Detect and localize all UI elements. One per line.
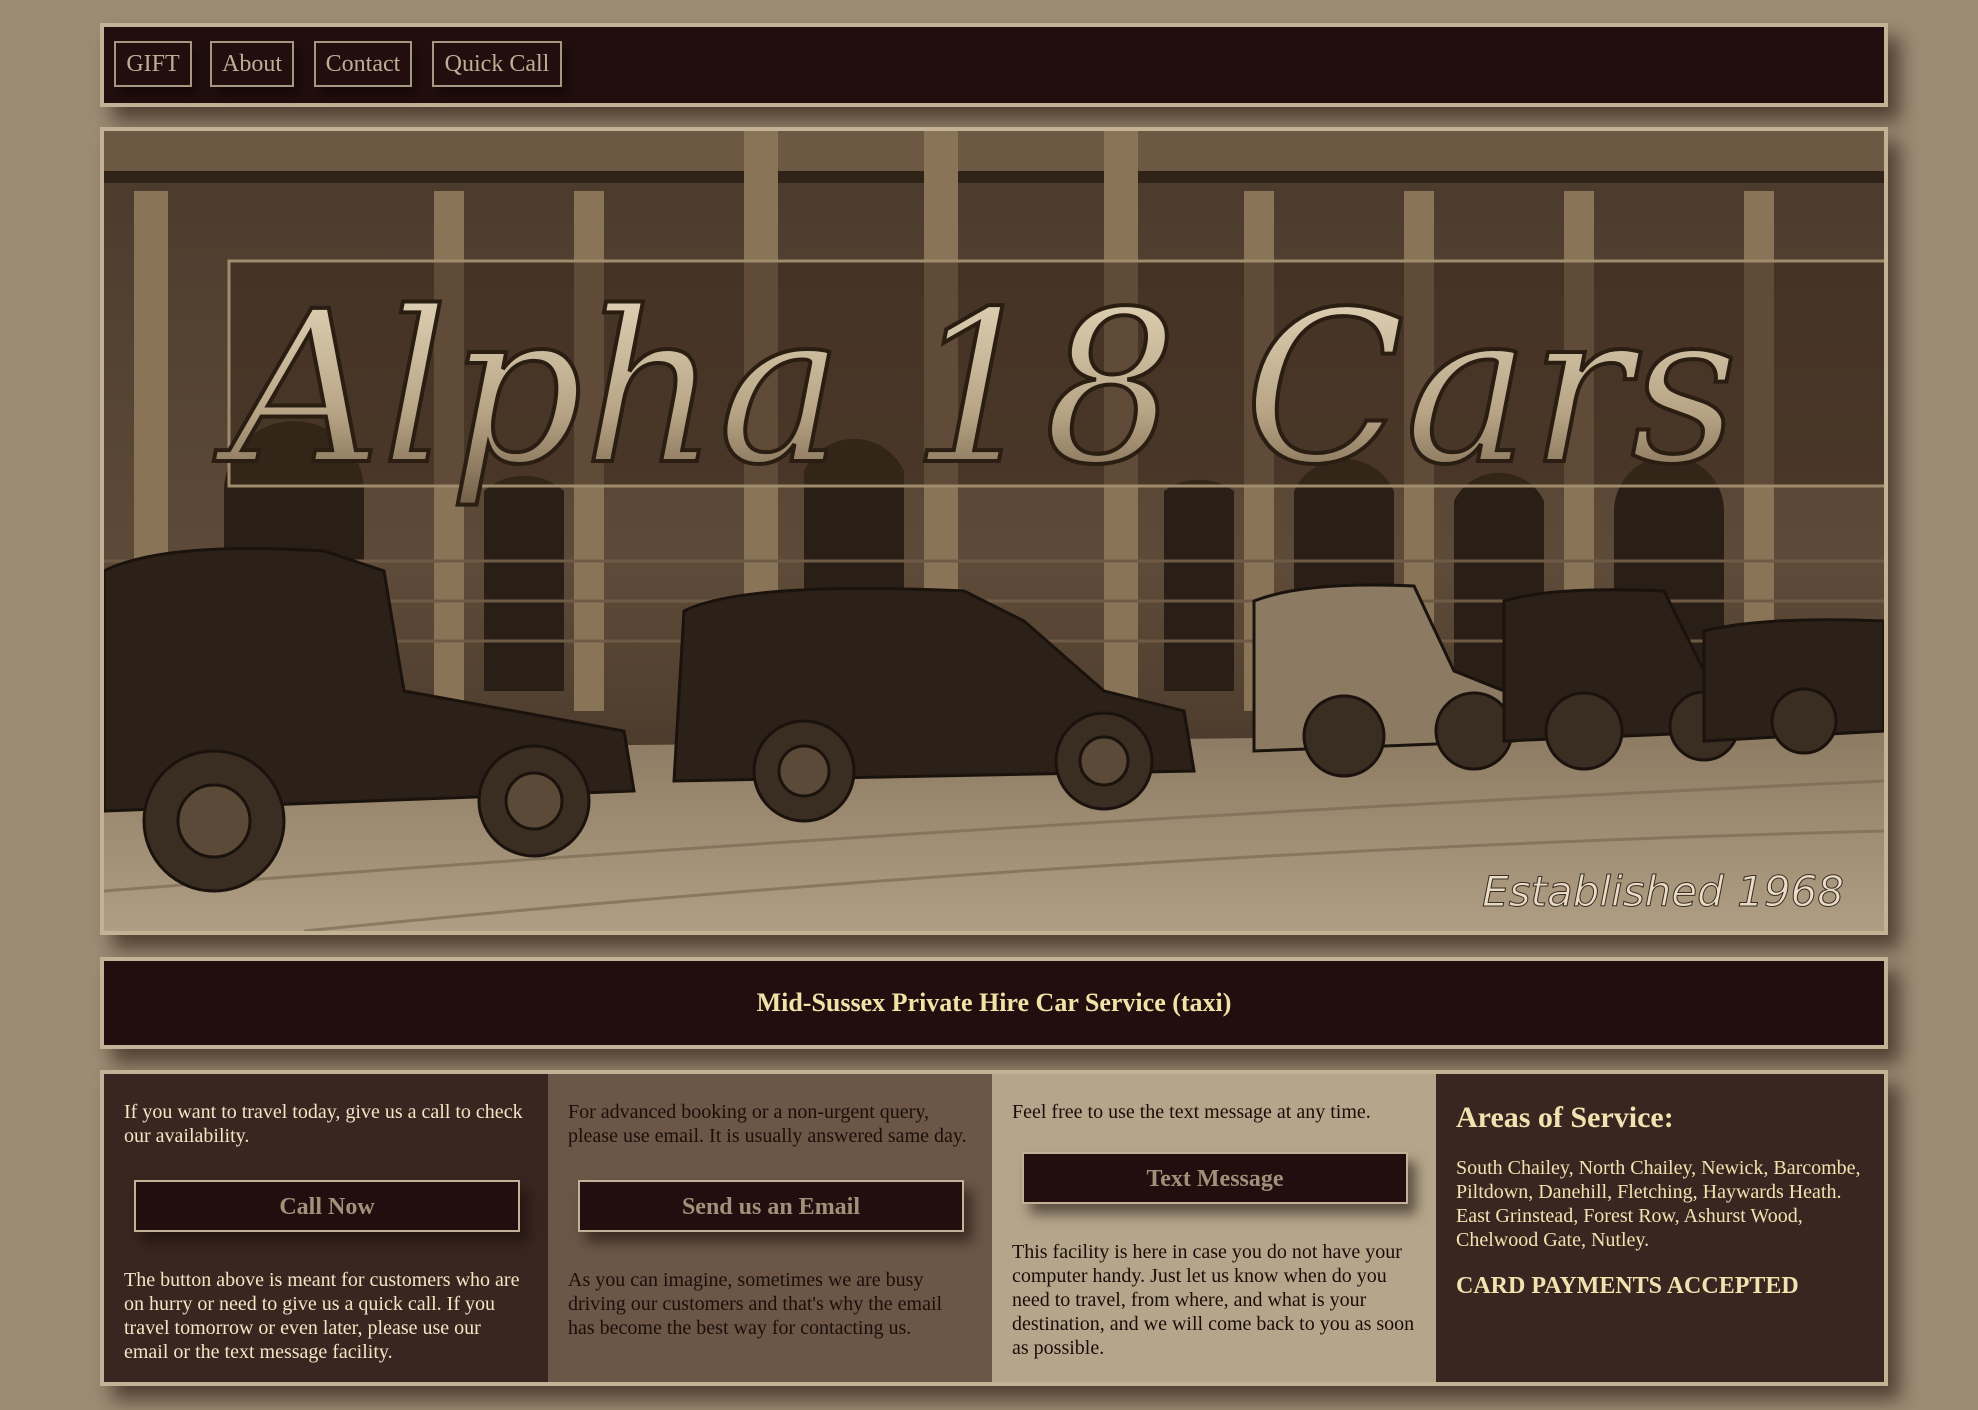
text-column: Feel free to use the text message at any… <box>992 1074 1436 1382</box>
top-navigation: GIFT About Contact Quick Call <box>100 23 1888 107</box>
call-intro: If you want to travel today, give us a c… <box>124 1101 523 1147</box>
hero-banner: Alpha 18 Cars Established 1968 <box>100 127 1888 935</box>
tagline-text: Mid-Sussex Private Hire Car Service (tax… <box>756 988 1232 1017</box>
site-title: Alpha 18 Cars <box>214 266 1738 511</box>
text-note: This facility is here in case you do not… <box>1012 1241 1415 1359</box>
send-email-button[interactable]: Send us an Email <box>578 1180 964 1232</box>
areas-list: South Chailey, North Chailey, Newick, Ba… <box>1456 1157 1861 1251</box>
areas-column: Areas of Service: South Chailey, North C… <box>1436 1074 1884 1382</box>
call-note: The button above is meant for customers … <box>124 1269 520 1363</box>
established-caption: Established 1968 <box>1482 867 1844 916</box>
areas-heading: Areas of Service: <box>1456 1101 1674 1134</box>
text-message-button[interactable]: Text Message <box>1022 1152 1408 1204</box>
nav-contact-link[interactable]: Contact <box>314 41 412 87</box>
email-column: For advanced booking or a non-urgent que… <box>548 1074 992 1382</box>
info-section: If you want to travel today, give us a c… <box>100 1070 1888 1386</box>
call-column: If you want to travel today, give us a c… <box>104 1074 548 1382</box>
hero-photo: Alpha 18 Cars Established 1968 <box>104 131 1884 931</box>
tagline-bar: Mid-Sussex Private Hire Car Service (tax… <box>100 957 1888 1049</box>
payments-notice: CARD PAYMENTS ACCEPTED <box>1456 1273 1799 1299</box>
nav-about-link[interactable]: About <box>210 41 294 87</box>
call-now-button[interactable]: Call Now <box>134 1180 520 1232</box>
email-note: As you can imagine, sometimes we are bus… <box>568 1269 943 1339</box>
text-intro: Feel free to use the text message at any… <box>1012 1101 1371 1123</box>
email-intro: For advanced booking or a non-urgent que… <box>568 1101 967 1147</box>
nav-quick-call-link[interactable]: Quick Call <box>432 41 562 87</box>
nav-gift-link[interactable]: GIFT <box>114 41 192 87</box>
